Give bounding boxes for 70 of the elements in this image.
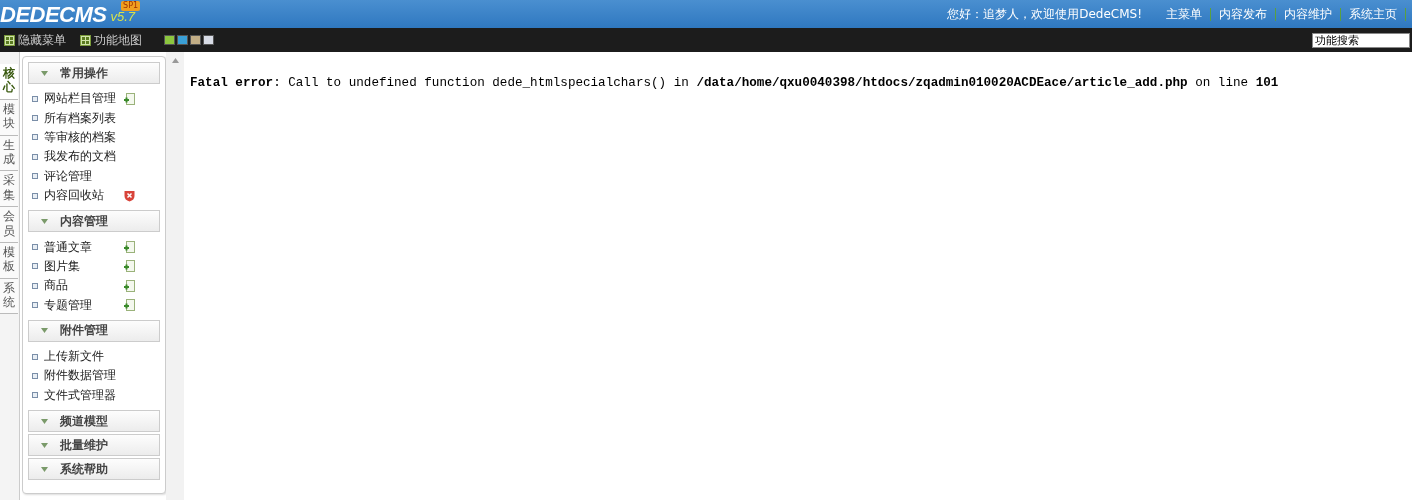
error-message: Fatal error: Call to undefined function dede_htmlspecialchars() in /data/home/qxu0040398/htdocs/zqadmin010020ACDEace/article_add.php on line 101: [190, 76, 1280, 90]
greeting-text: 您好：追梦人，欢迎使用DedeCMS!: [947, 5, 1142, 23]
bullet-icon: [32, 392, 38, 399]
search-field[interactable]: 功能搜索: [1312, 32, 1410, 48]
add-document-icon[interactable]: [124, 92, 135, 105]
grid-icon: [80, 34, 91, 46]
menu-group-header[interactable]: 内容管理: [28, 210, 160, 233]
delete-shield-icon[interactable]: [124, 189, 135, 202]
bullet-icon: [32, 353, 38, 360]
header-link[interactable]: 系统主页: [1341, 5, 1405, 23]
logo: DEDECMS: [0, 2, 107, 28]
side-tab[interactable]: 会员: [0, 207, 18, 243]
add-document-icon[interactable]: [124, 241, 135, 254]
bullet-icon: [32, 244, 38, 251]
bullet-icon: [32, 373, 38, 379]
caret-icon: [41, 442, 48, 448]
scroll-up-icon[interactable]: [171, 58, 179, 63]
menu-group-title: 常用操作: [60, 64, 108, 82]
bullet-icon: [32, 263, 38, 270]
menu-item[interactable]: 内容回收站: [44, 187, 112, 205]
bullet-icon: [32, 192, 38, 199]
add-document-icon[interactable]: [124, 279, 135, 292]
menu-item[interactable]: 评论管理: [44, 167, 112, 185]
side-tab[interactable]: 生成: [0, 135, 18, 172]
menu-item[interactable]: 上传新文件: [44, 348, 112, 366]
menu-group-title: 附件管理: [60, 322, 108, 340]
menu-item[interactable]: 普通文章: [44, 238, 112, 256]
caret-icon: [41, 218, 48, 224]
side-tab[interactable]: 模块: [0, 99, 18, 136]
bullet-icon: [32, 282, 38, 289]
bullet-icon: [32, 115, 38, 122]
menu-group-title: 系统帮助: [60, 460, 108, 478]
edition-badge: SP1: [121, 1, 141, 11]
bullet-icon: [32, 95, 38, 102]
side-tab[interactable]: 模板: [0, 242, 18, 279]
side-tab[interactable]: 系统: [0, 278, 18, 315]
skin-swatch[interactable]: [190, 35, 201, 45]
caret-icon: [41, 70, 48, 76]
caret-icon: [41, 466, 48, 472]
menu-group-title: 频道模型: [60, 412, 108, 430]
skin-swatch[interactable]: [177, 35, 188, 45]
bullet-icon: [32, 302, 38, 309]
menu-group-title: 批量维护: [60, 436, 108, 454]
header-link[interactable]: 内容发布: [1211, 5, 1275, 23]
caret-icon: [41, 328, 48, 334]
menu-group-header[interactable]: 附件管理: [28, 319, 160, 342]
toolbar-button[interactable]: 隐藏菜单: [4, 31, 72, 49]
side-tab[interactable]: 采集: [0, 171, 18, 208]
grid-icon: [4, 34, 15, 46]
menu-group-header[interactable]: 频道模型: [28, 410, 160, 433]
header-link[interactable]: 内容维护: [1276, 5, 1340, 23]
menu-item[interactable]: 商品: [44, 277, 112, 295]
toolbar-button[interactable]: 功能地图: [80, 31, 148, 49]
bullet-icon: [32, 153, 38, 160]
menu-group-header[interactable]: 系统帮助: [28, 458, 160, 481]
side-tab[interactable]: 核心: [0, 64, 18, 100]
add-document-icon[interactable]: [124, 299, 135, 312]
menu-item[interactable]: 专题管理: [44, 296, 112, 314]
version-label: v5.7: [110, 8, 136, 26]
bullet-icon: [32, 173, 38, 180]
menu-item[interactable]: 图片集: [44, 257, 112, 275]
menu-group-title: 内容管理: [60, 212, 108, 230]
caret-icon: [41, 418, 48, 424]
menu-group-header[interactable]: 常用操作: [28, 62, 160, 84]
header-link[interactable]: 主菜单: [1158, 5, 1210, 23]
menu-group-header[interactable]: 批量维护: [28, 434, 160, 457]
skin-swatch[interactable]: [203, 35, 214, 45]
skin-swatch[interactable]: [164, 35, 175, 45]
bullet-icon: [32, 134, 38, 141]
add-document-icon[interactable]: [124, 260, 135, 273]
